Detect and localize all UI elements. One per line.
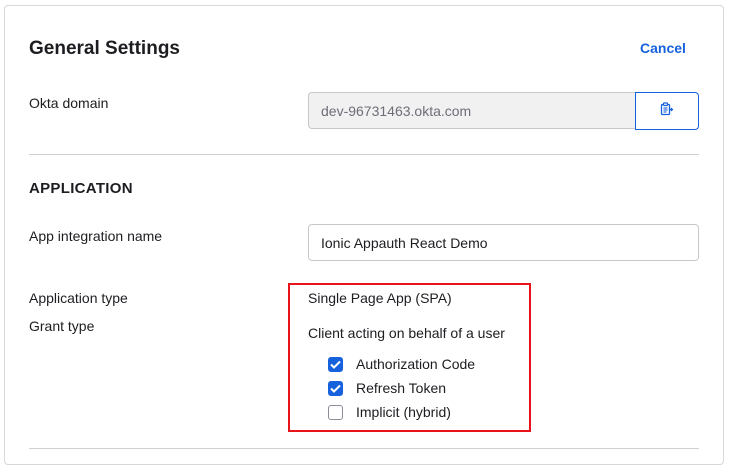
grant-type-label: Grant type bbox=[29, 318, 95, 334]
application-section-heading: APPLICATION bbox=[29, 180, 133, 197]
highlight-annotation-box bbox=[288, 283, 531, 432]
app-integration-name-label: App integration name bbox=[29, 228, 163, 244]
copy-domain-button[interactable] bbox=[635, 92, 699, 130]
app-integration-name-input[interactable] bbox=[308, 224, 699, 261]
clipboard-icon bbox=[660, 101, 674, 121]
okta-domain-label: Okta domain bbox=[29, 95, 109, 111]
okta-domain-field[interactable] bbox=[308, 92, 636, 129]
application-type-label: Application type bbox=[29, 290, 128, 306]
page-title: General Settings bbox=[29, 38, 180, 59]
cancel-button[interactable]: Cancel bbox=[640, 40, 686, 56]
section-divider bbox=[29, 154, 699, 155]
section-divider bbox=[29, 448, 699, 449]
